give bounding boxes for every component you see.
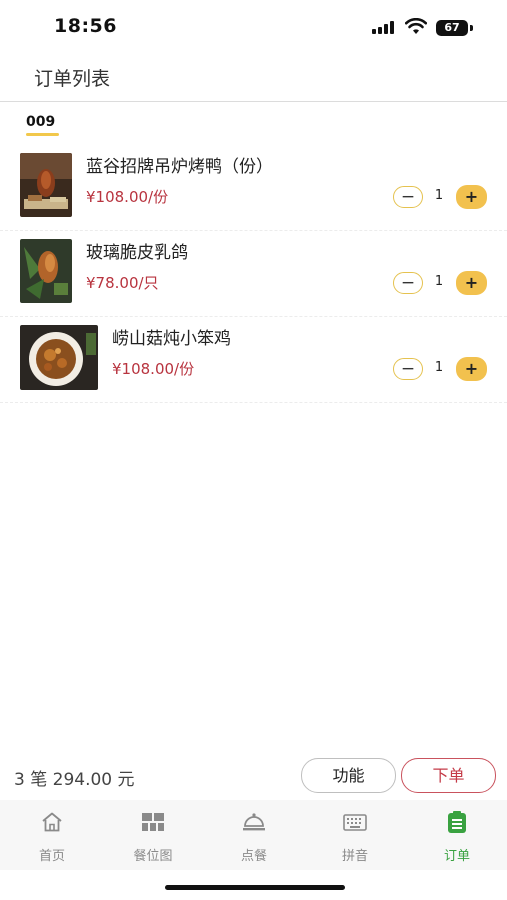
tab-home[interactable]: 首页 xyxy=(12,808,92,864)
item-price: ¥108.00/份 xyxy=(112,360,195,378)
cloche-icon xyxy=(243,813,265,831)
item-name: 崂山菇炖小笨鸡 xyxy=(112,329,231,349)
tab-label: 点餐 xyxy=(240,849,267,864)
order-clipboard-icon xyxy=(448,811,466,833)
page-title: 订单列表 xyxy=(34,68,111,90)
order-group-underline xyxy=(26,133,59,136)
item-price: ¥78.00/只 xyxy=(86,274,159,292)
place-order-button[interactable]: 下单 xyxy=(401,758,496,793)
status-time: 18:56 xyxy=(54,15,117,37)
table-map-icon xyxy=(142,813,164,831)
home-icon xyxy=(42,812,62,832)
increase-quantity-button[interactable]: + xyxy=(456,357,487,381)
item-quantity: 1 xyxy=(434,360,444,375)
header-divider xyxy=(0,101,507,102)
item-name: 玻璃脆皮乳鸽 xyxy=(86,243,188,263)
function-button[interactable]: 功能 xyxy=(301,758,396,793)
item-name: 蓝谷招牌吊炉烤鸭（份） xyxy=(86,157,273,177)
order-summary: 3 笔 294.00 元 xyxy=(14,770,135,790)
tab-pinyin[interactable]: 拼音 xyxy=(315,808,395,864)
increase-quantity-button[interactable]: + xyxy=(456,271,487,295)
item-quantity: 1 xyxy=(434,274,444,289)
status-bar: 18:56 67 xyxy=(0,0,507,56)
decrease-quantity-button[interactable]: − xyxy=(393,358,423,380)
keyboard-icon xyxy=(343,814,367,831)
tab-label: 首页 xyxy=(38,849,65,864)
cellular-signal-icon xyxy=(372,21,396,34)
tab-label: 餐位图 xyxy=(133,849,173,864)
order-group-label: 009 xyxy=(26,114,56,130)
tab-table-map[interactable]: 餐位图 xyxy=(113,808,193,864)
wifi-icon xyxy=(405,18,427,34)
bottom-tab-bar: 首页 餐位图 点餐 拼音 订单 xyxy=(0,800,507,870)
chicken-stew-image xyxy=(20,325,98,390)
tab-ordering[interactable]: 点餐 xyxy=(214,808,294,864)
decrease-quantity-button[interactable]: − xyxy=(393,186,423,208)
roast-duck-image xyxy=(20,153,72,217)
tab-label: 拼音 xyxy=(341,849,368,864)
order-item: 玻璃脆皮乳鸽 ¥78.00/只 − 1 + xyxy=(0,230,507,317)
home-indicator[interactable] xyxy=(165,885,345,890)
item-quantity: 1 xyxy=(434,188,444,203)
increase-quantity-button[interactable]: + xyxy=(456,185,487,209)
decrease-quantity-button[interactable]: − xyxy=(393,272,423,294)
tab-label: 订单 xyxy=(443,849,470,864)
battery-icon: 67 xyxy=(436,20,468,36)
pigeon-dish-image xyxy=(20,239,72,303)
order-item: 崂山菇炖小笨鸡 ¥108.00/份 − 1 + xyxy=(0,316,507,403)
item-price: ¥108.00/份 xyxy=(86,188,169,206)
tab-orders[interactable]: 订单 xyxy=(417,808,497,864)
order-item: 蓝谷招牌吊炉烤鸭（份） ¥108.00/份 − 1 + xyxy=(0,144,507,231)
battery-tip xyxy=(470,25,473,31)
